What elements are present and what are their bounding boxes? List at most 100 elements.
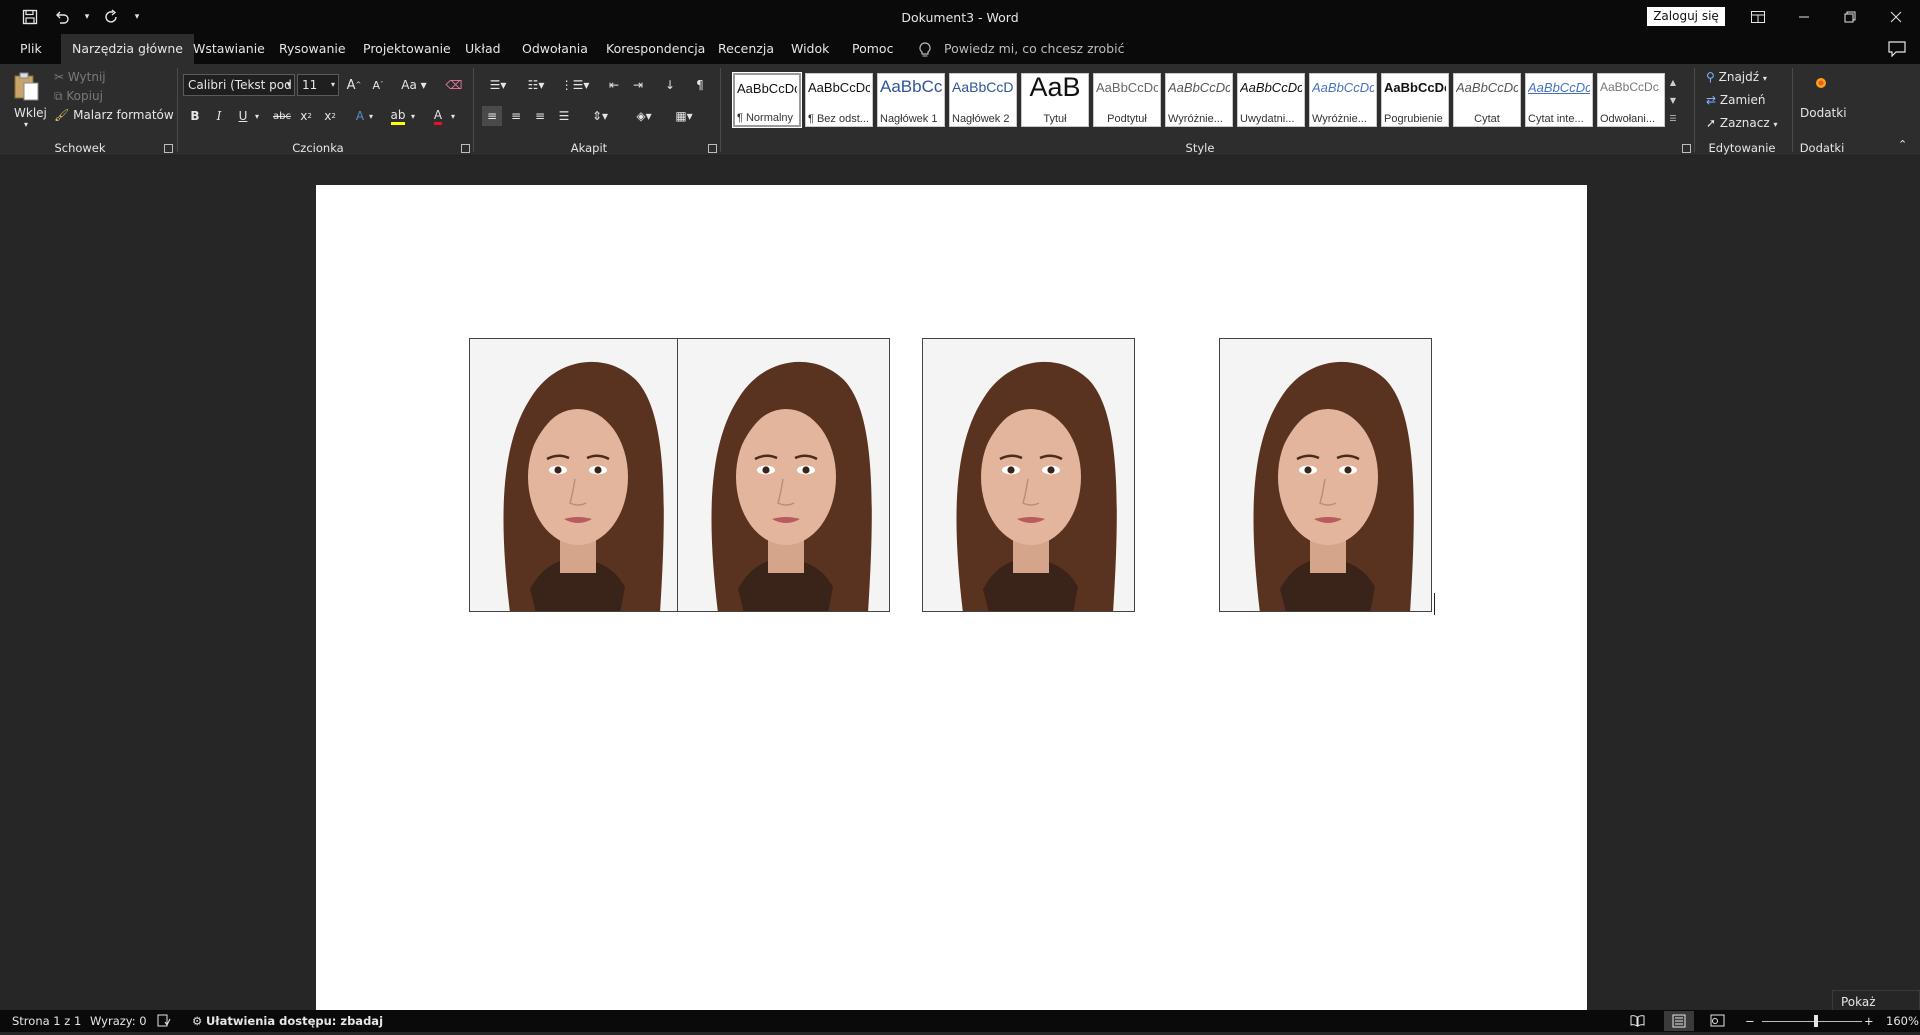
- select-button[interactable]: ➚ Zaznacz ▾: [1706, 116, 1777, 130]
- cut-button[interactable]: ✂ Wytnij: [54, 70, 106, 84]
- font-color-dropdown-icon[interactable]: ▾: [448, 106, 458, 126]
- passport-photo[interactable]: [469, 338, 682, 612]
- passport-photo[interactable]: [1219, 338, 1432, 612]
- zoom-out-icon[interactable]: −: [1745, 1014, 1755, 1028]
- style-intense-emphasis[interactable]: AaBbCcDc Wyróżnie...: [1309, 73, 1377, 127]
- clipboard-launcher-icon[interactable]: [164, 144, 173, 153]
- font-launcher-icon[interactable]: [461, 144, 470, 153]
- passport-photo[interactable]: [677, 338, 890, 612]
- tell-me-search[interactable]: Powiedz mi, co chcesz zrobić: [918, 34, 1124, 64]
- align-center-icon[interactable]: ≡: [506, 106, 526, 126]
- tab-file[interactable]: Plik: [9, 34, 53, 64]
- align-left-icon[interactable]: ≡: [482, 106, 502, 126]
- style-heading-2[interactable]: AaBbCcD Nagłówek 2: [949, 73, 1017, 127]
- page-count[interactable]: Strona 1 z 1: [12, 1014, 81, 1028]
- bullets-icon[interactable]: ☰▾: [484, 75, 512, 95]
- document-canvas[interactable]: [0, 156, 1920, 1010]
- style-emphasis[interactable]: AaBbCcDc Uwydatni...: [1237, 73, 1305, 127]
- font-size-combo[interactable]: 11 ▾: [297, 74, 339, 96]
- proofing-icon[interactable]: [157, 1014, 171, 1030]
- subscript-icon[interactable]: x2: [296, 106, 316, 126]
- gallery-down-icon[interactable]: ▼: [1666, 91, 1680, 109]
- shrink-font-icon[interactable]: Aˇ: [368, 75, 388, 95]
- document-page[interactable]: [316, 185, 1587, 1010]
- tab-view[interactable]: Widok: [780, 34, 840, 64]
- web-layout-icon[interactable]: [1710, 1014, 1725, 1030]
- line-spacing-icon[interactable]: ⇕▾: [586, 106, 614, 126]
- paste-dropdown-icon[interactable]: ▾: [24, 120, 28, 129]
- addins-icon[interactable]: [1814, 76, 1828, 90]
- decrease-indent-icon[interactable]: ⇤: [604, 75, 624, 95]
- addins-button[interactable]: Dodatki: [1800, 106, 1847, 120]
- gallery-more-icon[interactable]: ☰: [1666, 109, 1680, 127]
- copy-button[interactable]: ⧉ Kopiuj: [54, 89, 103, 104]
- borders-icon[interactable]: ▦▾: [670, 106, 698, 126]
- style-title[interactable]: AaB Tytuł: [1021, 73, 1089, 127]
- comments-icon[interactable]: [1888, 41, 1906, 57]
- tab-layout[interactable]: Układ: [454, 34, 512, 64]
- highlight-color-icon[interactable]: ab: [388, 106, 408, 126]
- zoom-slider-thumb[interactable]: [1814, 1015, 1818, 1027]
- format-painter-button[interactable]: 🖌 Malarz formatów: [54, 108, 174, 122]
- tab-home[interactable]: Narzędzia główne: [61, 34, 194, 64]
- align-right-icon[interactable]: ≡: [530, 106, 550, 126]
- zoom-level[interactable]: 160%: [1886, 1014, 1919, 1028]
- change-case-icon[interactable]: Aa ▾: [398, 75, 430, 95]
- font-color-icon[interactable]: A: [428, 106, 448, 126]
- replace-button[interactable]: ⇄ Zamień: [1706, 93, 1765, 107]
- bold-icon[interactable]: B: [185, 106, 205, 126]
- styles-launcher-icon[interactable]: [1682, 144, 1691, 153]
- redo-icon[interactable]: [98, 6, 126, 28]
- italic-icon[interactable]: I: [209, 106, 229, 126]
- style-strong[interactable]: AaBbCcDc Pogrubienie: [1381, 73, 1449, 127]
- gallery-up-icon[interactable]: ▲: [1666, 73, 1680, 91]
- save-icon[interactable]: [16, 6, 44, 28]
- style-intense-quote[interactable]: AaBbCcDc Cytat inte...: [1525, 73, 1593, 127]
- zoom-in-icon[interactable]: +: [1864, 1014, 1874, 1028]
- undo-icon[interactable]: [48, 6, 76, 28]
- highlight-dropdown-icon[interactable]: ▾: [408, 106, 418, 126]
- clear-formatting-icon[interactable]: ⌫: [444, 75, 464, 95]
- zoom-slider[interactable]: [1762, 1021, 1862, 1022]
- restore-icon[interactable]: [1827, 0, 1873, 34]
- passport-photo[interactable]: [922, 338, 1135, 612]
- word-count[interactable]: Wyrazy: 0: [90, 1014, 147, 1028]
- numbering-icon[interactable]: ☷▾: [522, 75, 550, 95]
- tab-draw[interactable]: Rysowanie: [268, 34, 357, 64]
- sort-icon[interactable]: ↓: [660, 75, 680, 95]
- justify-icon[interactable]: ☰: [554, 106, 574, 126]
- minimize-icon[interactable]: [1781, 0, 1827, 34]
- tab-design[interactable]: Projektowanie: [352, 34, 462, 64]
- undo-dropdown-icon[interactable]: ▾: [80, 6, 94, 28]
- read-mode-icon[interactable]: [1630, 1014, 1645, 1030]
- find-button[interactable]: ⚲ Znajdź ▾: [1706, 70, 1767, 84]
- paste-icon[interactable]: [12, 72, 40, 102]
- underline-icon[interactable]: U: [233, 106, 253, 126]
- tab-mailings[interactable]: Korespondencja: [595, 34, 716, 64]
- multilevel-list-icon[interactable]: ⋮☰▾: [560, 75, 590, 95]
- tab-review[interactable]: Recenzja: [707, 34, 785, 64]
- accessibility-button[interactable]: ⚙ Ułatwienia dostępu: zbadaj: [192, 1014, 383, 1028]
- tab-insert[interactable]: Wstawianie: [182, 34, 276, 64]
- tab-references[interactable]: Odwołania: [511, 34, 599, 64]
- font-name-combo[interactable]: Calibri (Tekst pod ▾: [183, 74, 295, 96]
- style-no-spacing[interactable]: AaBbCcDc ¶ Bez odst...: [805, 73, 873, 127]
- style-normal[interactable]: AaBbCcDc ¶ Normalny: [732, 72, 802, 128]
- style-subtitle[interactable]: AaBbCcDc Podtytuł: [1093, 73, 1161, 127]
- close-icon[interactable]: [1873, 0, 1919, 34]
- style-subtle-reference[interactable]: AaBbCcDc Odwołani...: [1597, 73, 1665, 127]
- text-effects-dropdown-icon[interactable]: ▾: [366, 106, 376, 126]
- style-subtle-emphasis[interactable]: AaBbCcDc Wyróżnie...: [1165, 73, 1233, 127]
- style-heading-1[interactable]: AaBbCc Nagłówek 1: [877, 73, 945, 127]
- grow-font-icon[interactable]: A ^: [344, 75, 364, 95]
- superscript-icon[interactable]: x2: [320, 106, 340, 126]
- shading-icon[interactable]: ◈▾: [630, 106, 658, 126]
- strikethrough-icon[interactable]: abc: [272, 106, 292, 126]
- collapse-ribbon-icon[interactable]: ⌃: [1898, 138, 1907, 151]
- show-formatting-marks-icon[interactable]: ¶: [690, 75, 710, 95]
- login-button[interactable]: Zaloguj się: [1647, 7, 1725, 26]
- underline-dropdown-icon[interactable]: ▾: [252, 106, 262, 126]
- paste-button[interactable]: Wklej: [14, 106, 47, 120]
- increase-indent-icon[interactable]: ⇥: [628, 75, 648, 95]
- style-quote[interactable]: AaBbCcDc Cytat: [1453, 73, 1521, 127]
